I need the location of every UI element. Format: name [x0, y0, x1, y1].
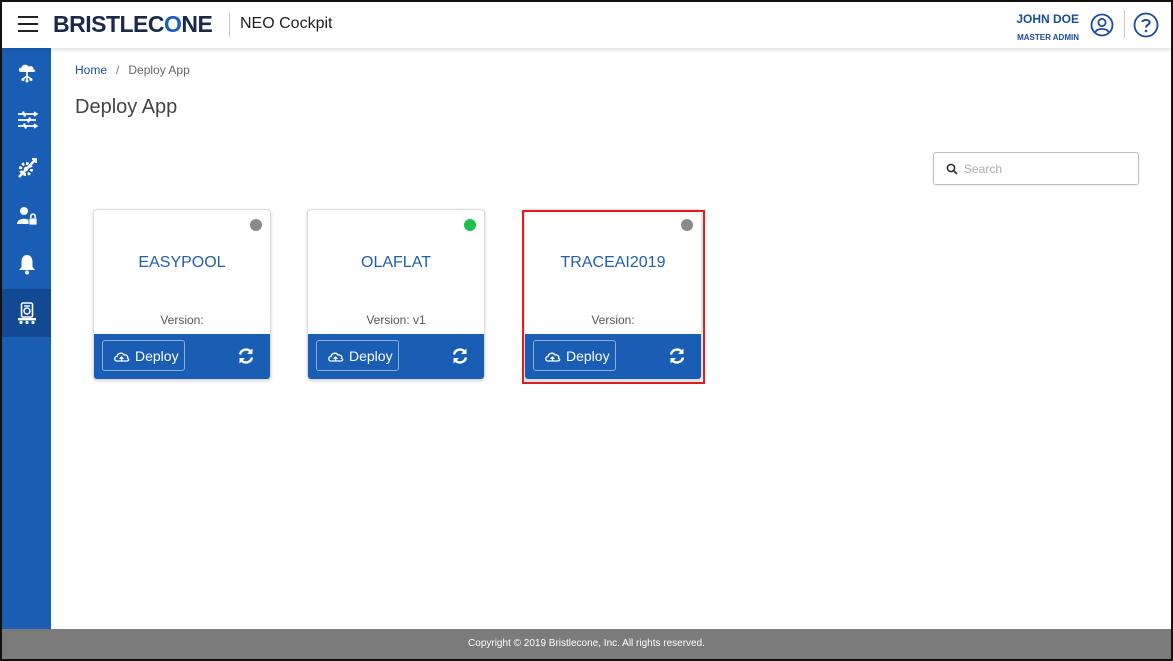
sidebar-item-users[interactable] — [2, 192, 51, 240]
card-footer: Deploy — [94, 334, 270, 379]
deploy-button-label: Deploy — [135, 348, 179, 364]
app-card-easypool: EASYPOOL Version: Deploy — [93, 209, 271, 380]
breadcrumb-separator: / — [116, 63, 120, 77]
deploy-button-label: Deploy — [349, 348, 393, 364]
app-version: Version: v1 — [366, 313, 426, 327]
card-footer: Deploy — [308, 334, 484, 379]
app-name: EASYPOOL — [138, 254, 226, 271]
user-circle-icon[interactable] — [1090, 13, 1114, 37]
bell-icon — [18, 255, 35, 275]
deploy-button-label: Deploy — [566, 348, 610, 364]
cloud-upload-icon — [328, 352, 344, 362]
header-divider — [229, 13, 230, 37]
breadcrumb-home-link[interactable]: Home — [75, 63, 107, 77]
page-title: Deploy App — [75, 96, 178, 118]
top-header: BRISTLECONE NEO Cockpit JOHN DOE MASTER … — [2, 2, 1171, 48]
status-indicator — [681, 219, 693, 231]
sliders-icon — [17, 111, 38, 129]
app-name: TRACEAI2019 — [560, 254, 666, 271]
sidebar-item-settings[interactable] — [2, 96, 51, 144]
sidebar-item-deploy-app[interactable] — [2, 289, 51, 337]
breadcrumb: Home / Deploy App — [75, 63, 190, 77]
deploy-button[interactable]: Deploy — [102, 340, 185, 371]
brand-logo: BRISTLECONE — [53, 11, 213, 37]
user-lock-icon — [16, 207, 37, 226]
app-version: Version: — [160, 313, 204, 327]
app-card-olaflat: OLAFLAT Version: v1 Deploy — [307, 209, 485, 380]
page-footer: Copyright © 2019 Bristlecone, Inc. All r… — [2, 629, 1171, 659]
menu-icon[interactable] — [18, 16, 38, 32]
refresh-icon[interactable] — [451, 347, 469, 365]
sidebar — [2, 48, 51, 629]
app-window: BRISTLECONE NEO Cockpit JOHN DOE MASTER … — [0, 0, 1173, 661]
app-card-traceai2019: TRACEAI2019 Version: Deploy — [524, 209, 702, 380]
user-role: MASTER ADMIN — [1017, 33, 1079, 42]
status-indicator — [250, 219, 262, 231]
sidebar-item-tools[interactable] — [2, 144, 51, 192]
refresh-icon[interactable] — [668, 347, 686, 365]
header-divider — [1124, 10, 1125, 38]
app-version: Version: — [591, 313, 635, 327]
app-name: OLAFLAT — [361, 254, 431, 271]
deploy-app-icon — [17, 302, 36, 325]
deploy-button[interactable]: Deploy — [533, 340, 616, 371]
sidebar-item-cloud[interactable] — [2, 48, 51, 96]
search-box[interactable] — [933, 152, 1139, 185]
sidebar-item-notifications[interactable] — [2, 240, 51, 288]
tools-icon — [17, 158, 37, 178]
cloud-tree-icon — [18, 64, 35, 83]
help-icon[interactable] — [1133, 12, 1159, 38]
status-indicator — [464, 219, 476, 231]
deploy-button[interactable]: Deploy — [316, 340, 399, 371]
card-footer: Deploy — [525, 334, 701, 379]
refresh-icon[interactable] — [237, 347, 255, 365]
search-icon — [946, 163, 958, 175]
breadcrumb-current: Deploy App — [128, 63, 190, 77]
cloud-upload-icon — [545, 352, 561, 362]
search-input[interactable] — [964, 159, 1132, 179]
user-name[interactable]: JOHN DOE — [1016, 12, 1079, 26]
app-title: NEO Cockpit — [240, 15, 333, 32]
cloud-upload-icon — [114, 352, 130, 362]
